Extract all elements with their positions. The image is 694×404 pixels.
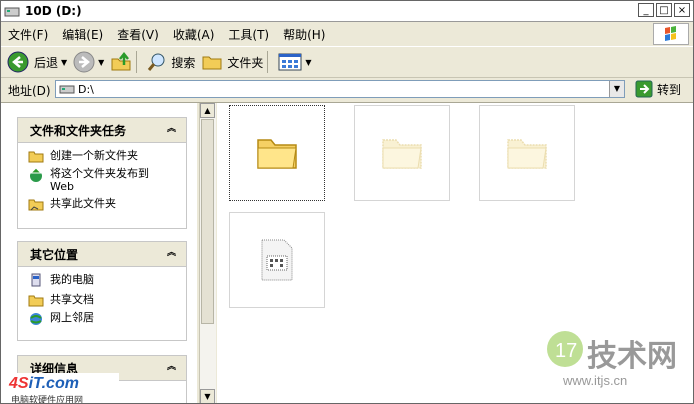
search-icon — [148, 53, 165, 71]
scroll-thumb[interactable] — [201, 119, 214, 324]
menu-tools[interactable]: 工具(T) — [221, 26, 276, 43]
collapse-chevron-icon[interactable]: ︽ — [165, 123, 178, 136]
folder-item-hidden[interactable] — [354, 105, 450, 201]
scroll-up-icon[interactable]: ▲ — [200, 103, 215, 118]
folder-item-hidden[interactable] — [479, 105, 575, 201]
watermark-logo-right: 17 技术网 www.itjs.cn — [539, 323, 689, 399]
toolbar: 后退 ▼ ▼ 搜索 文件夹 ▼ — [1, 47, 693, 78]
network-icon — [30, 313, 42, 325]
folder-icon — [257, 139, 297, 169]
folder-icon — [382, 139, 422, 169]
folder-up-icon — [111, 51, 131, 71]
go-button[interactable]: 转到 — [635, 80, 681, 98]
folder-icon — [507, 139, 547, 169]
task-pane-scrollbar[interactable]: ▲ ▼ — [199, 103, 216, 403]
system-file-icon — [261, 239, 293, 281]
toolbar-separator — [136, 51, 138, 73]
collapse-chevron-icon[interactable]: ︽ — [165, 361, 178, 374]
menu-view[interactable]: 查看(V) — [110, 26, 166, 43]
search-button[interactable]: 搜索 — [147, 52, 195, 72]
collapse-chevron-icon[interactable]: ︽ — [165, 247, 178, 260]
watermark-logo-left: 4SiT.com 电脑软硬件应用网 — [1, 373, 119, 403]
views-button[interactable]: ▼ — [278, 52, 312, 72]
views-icon — [278, 53, 302, 71]
publish-web-icon — [29, 167, 43, 182]
address-label: 地址(D) — [8, 83, 51, 98]
address-value: D:\ — [78, 82, 94, 96]
drive-icon — [4, 7, 20, 17]
task-new-folder[interactable]: 创建一个新文件夹 — [28, 149, 178, 163]
address-input[interactable]: D:\ ▼ — [55, 80, 625, 98]
folders-button[interactable]: 文件夹 — [201, 52, 263, 72]
window-title: 10D (D:) — [25, 4, 82, 18]
folder-icon — [202, 56, 222, 70]
menu-favorites[interactable]: 收藏(A) — [166, 26, 222, 43]
task-publish-web[interactable]: 将这个文件夹发布到 Web — [28, 167, 178, 193]
minimize-button[interactable]: _ — [638, 3, 654, 17]
close-button[interactable]: × — [674, 3, 690, 17]
go-arrow-icon — [635, 80, 653, 98]
place-shared-docs[interactable]: 共享文档 — [28, 293, 178, 307]
place-network[interactable]: 网上邻居 — [28, 311, 178, 327]
explorer-window: 10D (D:) _ □ × 文件(F) 编辑(E) 查看(V) 收藏(A) 工… — [0, 0, 694, 404]
scroll-down-icon[interactable]: ▼ — [200, 389, 215, 403]
back-dropdown-icon[interactable]: ▼ — [61, 58, 67, 67]
address-bar: 地址(D) D:\ ▼ 转到 — [1, 78, 693, 103]
menu-file[interactable]: 文件(F) — [1, 26, 55, 43]
folder-item[interactable] — [229, 105, 325, 201]
shared-folder-icon — [28, 295, 44, 307]
computer-icon — [31, 273, 41, 287]
new-folder-icon — [28, 151, 44, 163]
other-places-panel: 其它位置 ︽ 我的电脑 共享文档 网上邻居 — [17, 241, 187, 341]
views-dropdown-icon[interactable]: ▼ — [305, 58, 311, 67]
menu-help[interactable]: 帮助(H) — [276, 26, 332, 43]
svg-text:17: 17 — [555, 340, 577, 362]
file-folder-tasks-panel: 文件和文件夹任务 ︽ 创建一个新文件夹 将这个文件夹发布到 Web 共享此文件夹 — [17, 117, 187, 229]
windows-flag-icon — [653, 23, 689, 45]
forward-dropdown-icon[interactable]: ▼ — [98, 58, 104, 67]
forward-button[interactable]: ▼ — [73, 51, 104, 73]
back-arrow-icon — [7, 51, 29, 73]
file-item[interactable] — [229, 212, 325, 308]
toolbar-separator — [267, 51, 269, 73]
menu-bar: 文件(F) 编辑(E) 查看(V) 收藏(A) 工具(T) 帮助(H) — [1, 22, 693, 47]
watermark-circle-icon: 17 — [547, 331, 583, 367]
panel-header[interactable]: 文件和文件夹任务 ︽ — [18, 118, 186, 143]
forward-arrow-icon — [73, 51, 95, 73]
address-dropdown-icon[interactable]: ▼ — [609, 81, 624, 97]
drive-icon — [59, 85, 75, 94]
menu-edit[interactable]: 编辑(E) — [55, 26, 110, 43]
maximize-button[interactable]: □ — [656, 3, 672, 17]
up-button[interactable] — [110, 51, 132, 73]
task-share-folder[interactable]: 共享此文件夹 — [28, 197, 178, 211]
place-my-computer[interactable]: 我的电脑 — [28, 273, 178, 289]
task-pane: 文件和文件夹任务 ︽ 创建一个新文件夹 将这个文件夹发布到 Web 共享此文件夹… — [1, 103, 197, 403]
share-folder-icon — [28, 199, 44, 211]
title-bar: 10D (D:) _ □ × — [1, 1, 693, 22]
back-button[interactable]: 后退 ▼ — [7, 51, 67, 73]
panel-header[interactable]: 其它位置 ︽ — [18, 242, 186, 267]
